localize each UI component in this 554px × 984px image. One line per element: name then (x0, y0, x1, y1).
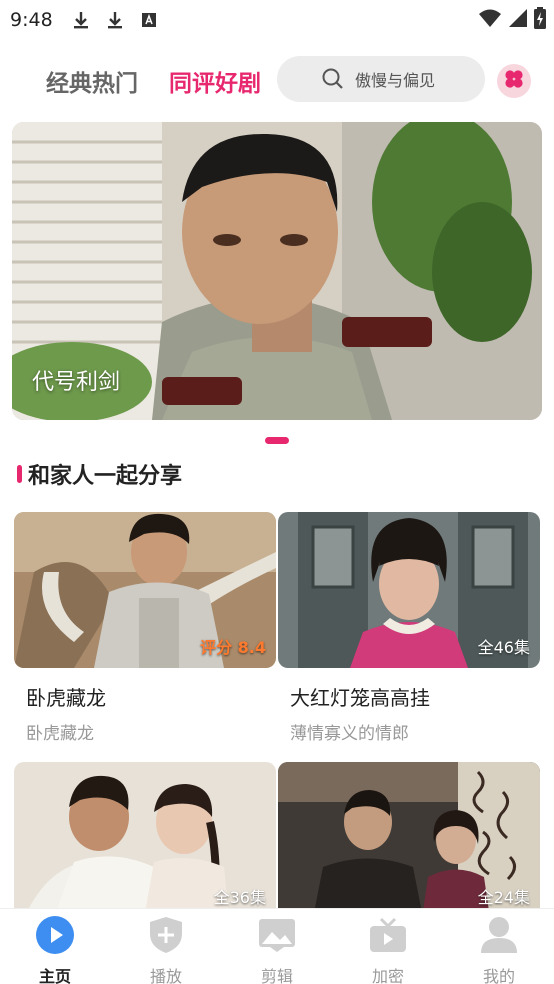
wifi-icon (478, 8, 502, 32)
episode-count-badge: 全24集 (477, 888, 530, 907)
nav-play[interactable]: 播放 (126, 915, 206, 984)
nav-home[interactable]: 主页 (15, 915, 95, 984)
category-menu-button[interactable] (497, 64, 531, 98)
carousel-indicator (265, 437, 289, 444)
banner-title: 代号利剑 (32, 370, 121, 395)
tab-classic-hot[interactable]: 经典热门 (46, 64, 138, 98)
section-header: 和家人一起分享 (17, 458, 182, 490)
image-icon (257, 915, 297, 955)
drama-card[interactable]: 全24集 (278, 762, 540, 918)
tv-icon (368, 915, 408, 955)
nav-label: 加密 (371, 967, 404, 984)
card-subtitle: 薄情寡义的情郎 (290, 724, 409, 744)
nav-label: 剪辑 (260, 967, 293, 984)
rating-badge: 评分 8.4 (200, 638, 266, 657)
nav-profile[interactable]: 我的 (459, 915, 539, 984)
section-title: 和家人一起分享 (28, 464, 183, 489)
system-icons (478, 7, 546, 33)
app-notification-icon (139, 10, 159, 30)
featured-banner[interactable]: 代号利剑 (12, 122, 542, 420)
drama-card[interactable]: 评分 8.4 卧虎藏龙 卧虎藏龙 (14, 512, 276, 744)
status-bar: 9:48 (0, 0, 554, 40)
episode-count-badge: 全36集 (213, 888, 266, 907)
tab-similar-dramas[interactable]: 同评好剧 (169, 64, 261, 98)
nav-label: 播放 (149, 967, 182, 984)
download-icon (105, 10, 125, 30)
drama-card[interactable]: 全36集 (14, 762, 276, 918)
status-time: 9:48 (10, 9, 53, 31)
notification-icons (71, 10, 159, 30)
tab-partial[interactable]: 剧 (0, 64, 14, 98)
signal-icon (508, 8, 528, 32)
card-poster: 全36集 (14, 762, 276, 918)
card-poster: 全46集 (278, 512, 540, 668)
card-title: 卧虎藏龙 (26, 686, 106, 710)
search-icon (321, 67, 345, 91)
bottom-nav: 主页 播放 剪辑 加密 我的 (0, 908, 554, 984)
nav-edit[interactable]: 剪辑 (237, 915, 317, 984)
episode-count-badge: 全46集 (477, 638, 530, 657)
section-accent-bar (17, 465, 22, 483)
clover-icon (503, 68, 525, 94)
drama-card[interactable]: 全46集 大红灯笼高高挂 薄情寡义的情郎 (278, 512, 540, 744)
card-poster: 评分 8.4 (14, 512, 276, 668)
search-placeholder: 傲慢与偏见 (355, 71, 436, 90)
nav-label: 主页 (38, 967, 71, 984)
download-icon (71, 10, 91, 30)
shield-plus-icon (146, 915, 186, 955)
play-circle-icon (35, 915, 75, 955)
card-subtitle: 卧虎藏龙 (26, 724, 94, 744)
card-title: 大红灯笼高高挂 (290, 686, 430, 710)
card-poster: 全24集 (278, 762, 540, 918)
nav-label: 我的 (482, 967, 515, 984)
top-nav: 剧 经典热门 同评好剧 傲慢与偏见 (0, 52, 554, 108)
battery-icon (534, 7, 546, 33)
search-bar[interactable]: 傲慢与偏见 (277, 56, 485, 102)
nav-encrypt[interactable]: 加密 (348, 915, 428, 984)
person-icon (479, 915, 519, 955)
